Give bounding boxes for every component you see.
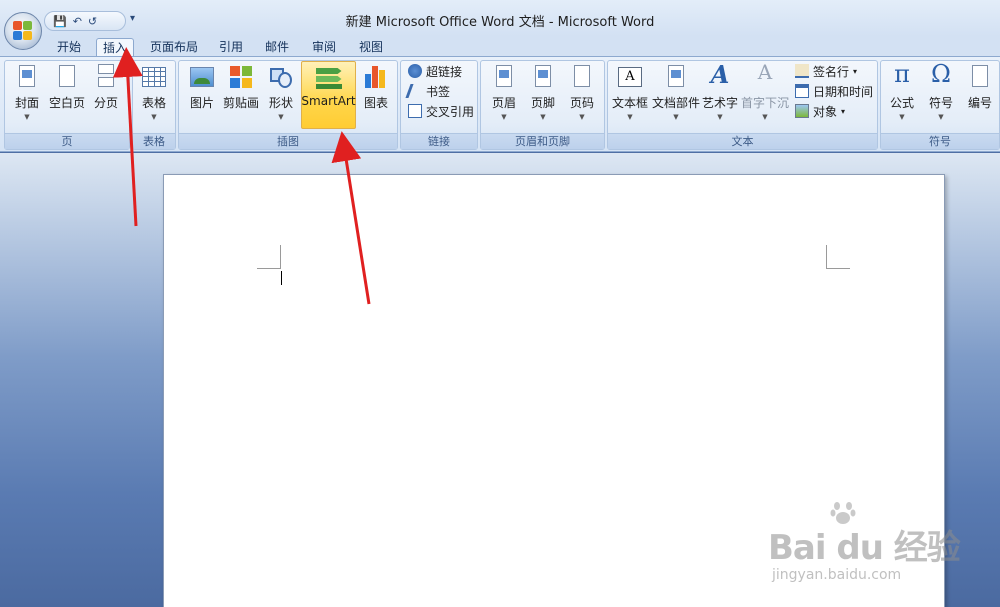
office-logo-icon bbox=[13, 21, 33, 41]
arrow-to-smartart bbox=[331, 131, 371, 305]
office-button[interactable] bbox=[4, 12, 42, 50]
annotation-arrows bbox=[112, 47, 371, 305]
arrow-to-insert-tab bbox=[112, 47, 143, 227]
